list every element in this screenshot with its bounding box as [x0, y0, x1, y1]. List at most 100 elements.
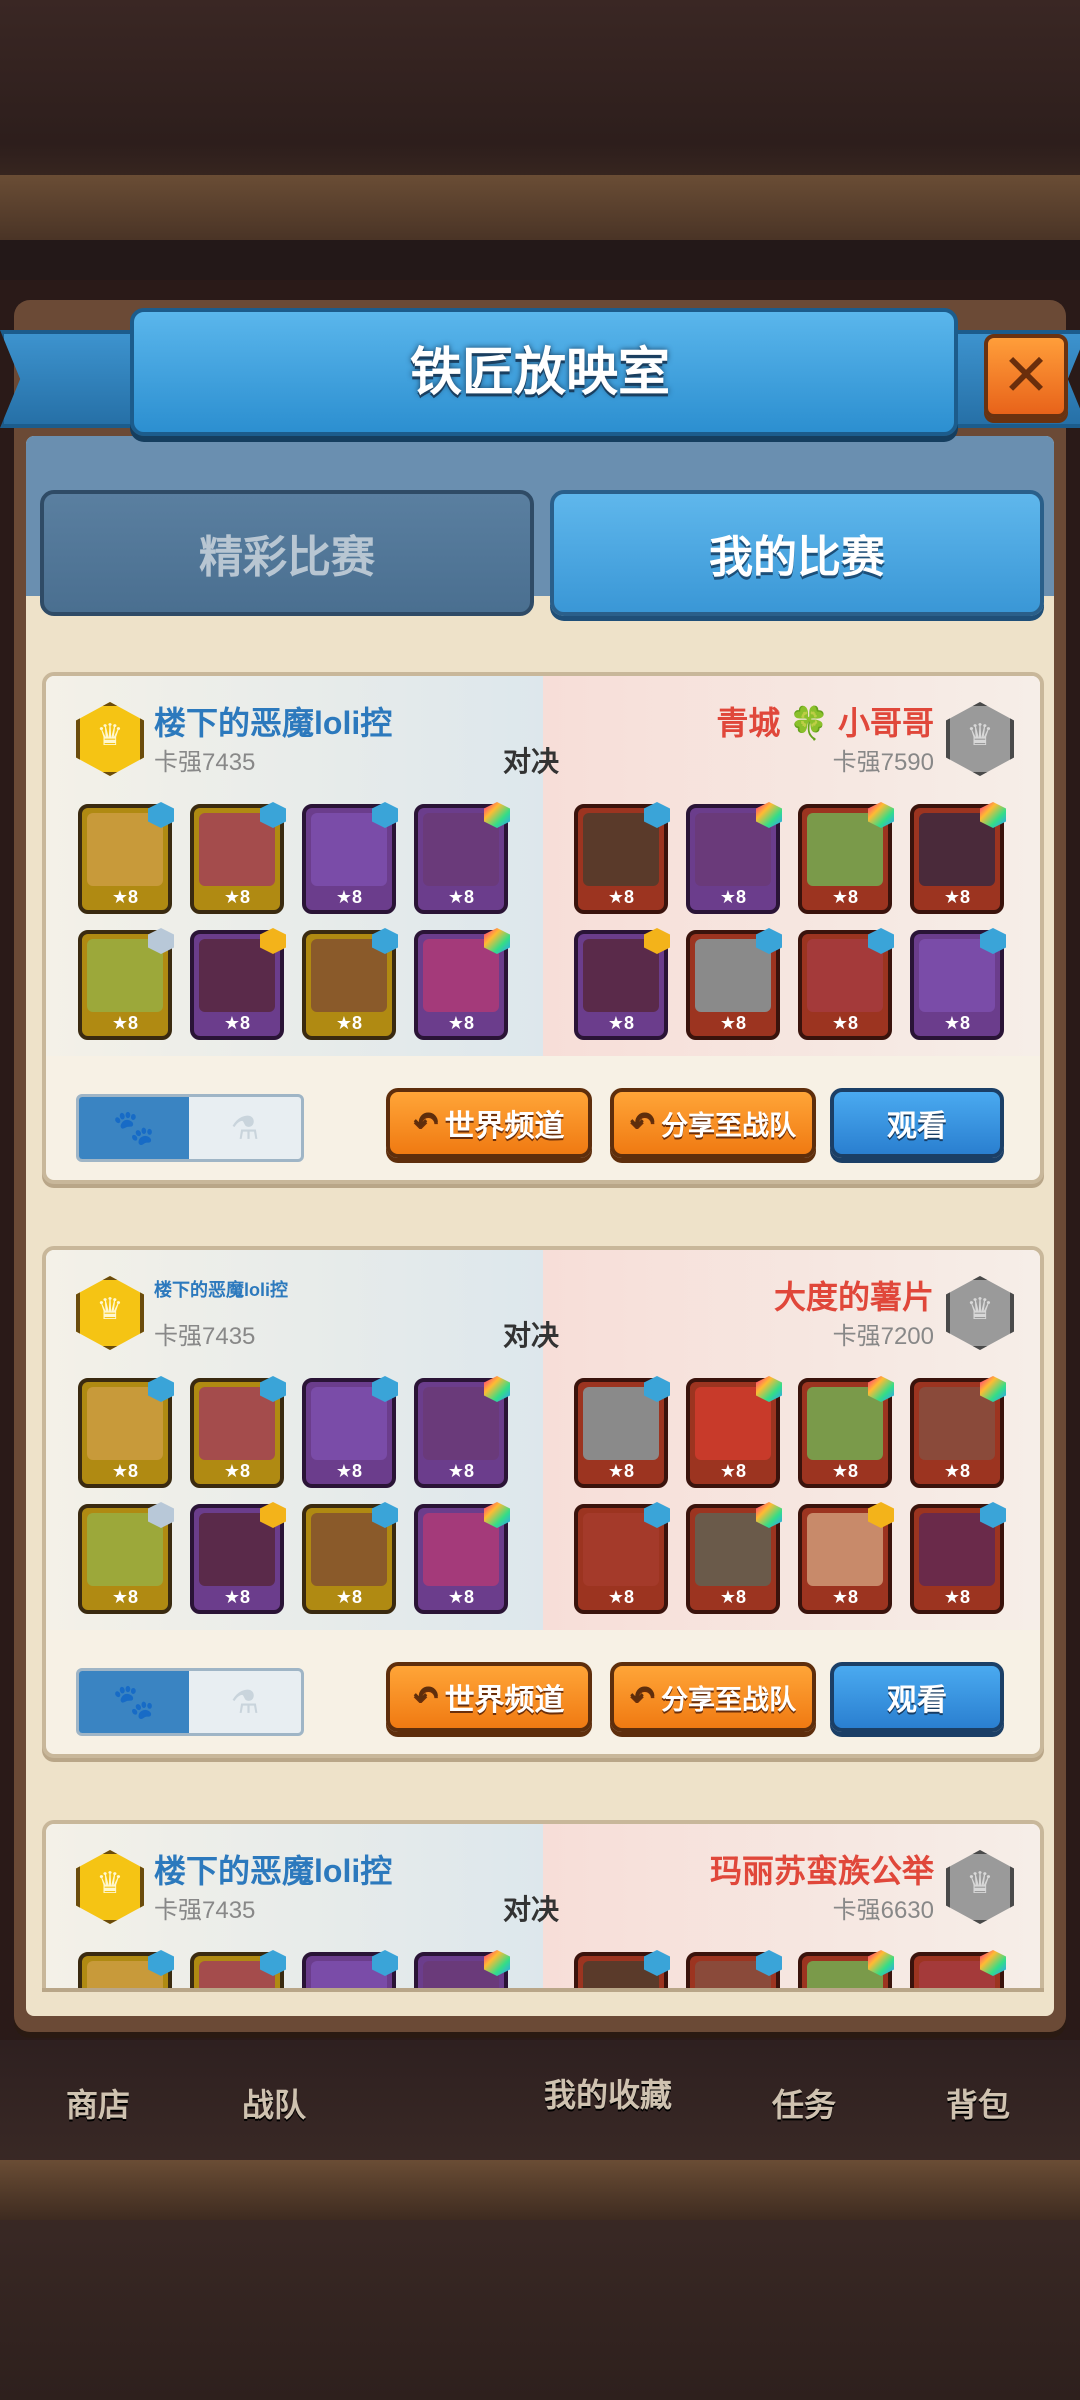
match-card: ♛ 楼下的恶魔loli控 卡强7435 对决 青城 🍀 小哥哥 卡强7590 ♛… — [42, 672, 1044, 1184]
hero-card[interactable]: ★8 — [574, 928, 670, 1040]
mode-toggle[interactable]: 🐾 ⚗ — [76, 1094, 304, 1162]
right-player-name: 大度的薯片 — [773, 1279, 934, 1315]
hero-card[interactable]: ★8 — [414, 802, 510, 914]
hero-card[interactable] — [686, 1950, 782, 1988]
hero-stars: ★8 — [719, 1461, 747, 1481]
hero-card[interactable]: ★8 — [798, 1376, 894, 1488]
hero-card[interactable]: ★8 — [798, 1502, 894, 1614]
hero-card[interactable]: ★8 — [78, 802, 174, 914]
hero-card[interactable] — [78, 1950, 174, 1988]
hero-card[interactable]: ★8 — [574, 1502, 670, 1614]
hero-stars: ★8 — [607, 1013, 635, 1033]
nav-team[interactable]: 战队 — [242, 2080, 306, 2126]
right-player-name: 青城 🍀 小哥哥 — [716, 705, 934, 741]
hero-card[interactable] — [302, 1950, 398, 1988]
button-label: 分享至战队 — [661, 1684, 797, 1715]
hero-stars: ★8 — [223, 1013, 251, 1033]
hero-stars: ★8 — [111, 1461, 139, 1481]
button-label: 观看 — [887, 1110, 947, 1143]
hero-card[interactable]: ★8 — [190, 1376, 286, 1488]
hero-stars: ★8 — [111, 1013, 139, 1033]
watch-button[interactable]: 观看 — [830, 1662, 1004, 1732]
hero-card[interactable]: ★8 — [414, 928, 510, 1040]
hero-stars: ★8 — [607, 887, 635, 907]
hero-card[interactable]: ★8 — [798, 802, 894, 914]
hero-card[interactable]: ★8 — [910, 1376, 1006, 1488]
mode-toggle[interactable]: 🐾 ⚗ — [76, 1668, 304, 1736]
hero-card[interactable]: ★8 — [302, 928, 398, 1040]
hero-card[interactable]: ★8 — [190, 928, 286, 1040]
hero-card[interactable]: ★8 — [190, 1502, 286, 1614]
hero-card[interactable] — [910, 1950, 1006, 1988]
match-card: ♛ 楼下的恶魔loli控 卡强7435 对决 玛丽苏蛮族公举 卡强6630 ♛ — [42, 1820, 1044, 1988]
right-player-power: 卡强7200 — [832, 1323, 934, 1350]
hero-stars: ★8 — [719, 1013, 747, 1033]
world-channel-button[interactable]: ↶ 世界频道 — [386, 1088, 592, 1158]
hero-stars: ★8 — [335, 1587, 363, 1607]
right-player-power: 卡强6630 — [832, 1897, 934, 1924]
share-arrow-icon: ↶ — [413, 1680, 439, 1714]
button-label: 观看 — [887, 1684, 947, 1717]
world-channel-button[interactable]: ↶ 世界频道 — [386, 1662, 592, 1732]
hero-card[interactable]: ★8 — [686, 802, 782, 914]
potion-icon: ⚗ — [230, 1684, 260, 1720]
bottom-wood-frame — [0, 2160, 1080, 2220]
nav-tasks[interactable]: 任务 — [772, 2080, 836, 2126]
button-label: 分享至战队 — [661, 1110, 797, 1141]
close-button[interactable]: ✕ — [984, 334, 1068, 418]
button-label: 世界频道 — [444, 1110, 565, 1143]
hero-card[interactable]: ★8 — [910, 802, 1006, 914]
hero-stars: ★8 — [831, 1461, 859, 1481]
hero-stars: ★8 — [831, 1013, 859, 1033]
hero-card[interactable]: ★8 — [302, 1502, 398, 1614]
hero-card[interactable]: ★8 — [78, 1376, 174, 1488]
hero-card[interactable]: ★8 — [414, 1376, 510, 1488]
hero-card[interactable]: ★8 — [910, 1502, 1006, 1614]
hero-card[interactable]: ★8 — [78, 928, 174, 1040]
tab-featured-matches[interactable]: 精彩比赛 — [40, 490, 534, 616]
hero-stars: ★8 — [447, 887, 475, 907]
tab-my-matches[interactable]: 我的比赛 — [550, 490, 1044, 616]
hero-card[interactable]: ★8 — [686, 1502, 782, 1614]
hero-card[interactable] — [798, 1950, 894, 1988]
hero-stars: ★8 — [607, 1461, 635, 1481]
tab-label: 我的比赛 — [709, 533, 885, 582]
potion-icon: ⚗ — [230, 1110, 260, 1146]
share-arrow-icon: ↶ — [413, 1106, 439, 1140]
hero-card[interactable]: ★8 — [190, 802, 286, 914]
nav-shop[interactable]: 商店 — [66, 2080, 130, 2126]
hero-stars: ★8 — [223, 887, 251, 907]
hero-stars: ★8 — [447, 1461, 475, 1481]
hero-card[interactable]: ★8 — [414, 1502, 510, 1614]
hero-card[interactable]: ★8 — [574, 802, 670, 914]
left-player-name: 楼下的恶魔loli控 — [154, 1280, 288, 1300]
hero-card[interactable]: ★8 — [302, 1376, 398, 1488]
hero-card[interactable]: ★8 — [574, 1376, 670, 1488]
share-arrow-icon: ↶ — [629, 1680, 656, 1714]
tab-label: 精彩比赛 — [199, 533, 375, 582]
hero-card[interactable]: ★8 — [302, 802, 398, 914]
hero-stars: ★8 — [719, 1587, 747, 1607]
hero-card[interactable]: ★8 — [910, 928, 1006, 1040]
hero-stars: ★8 — [111, 1587, 139, 1607]
nav-bag[interactable]: 背包 — [946, 2080, 1010, 2126]
hero-card[interactable]: ★8 — [686, 1376, 782, 1488]
hero-card[interactable]: ★8 — [686, 928, 782, 1040]
nav-collection[interactable]: 我的收藏 — [544, 2070, 672, 2116]
hero-stars: ★8 — [335, 1013, 363, 1033]
watch-button[interactable]: 观看 — [830, 1088, 1004, 1158]
match-card: ♛ 楼下的恶魔loli控 卡强7435 对决 大度的薯片 卡强7200 ♛ ★8… — [42, 1246, 1044, 1758]
hero-card[interactable] — [574, 1950, 670, 1988]
hero-card[interactable] — [190, 1950, 286, 1988]
share-to-team-button[interactable]: ↶ 分享至战队 — [610, 1088, 816, 1158]
left-player-name: 楼下的恶魔loli控 — [154, 705, 393, 741]
hero-card[interactable] — [414, 1950, 510, 1988]
right-player-name: 玛丽苏蛮族公举 — [709, 1853, 934, 1889]
hero-card[interactable]: ★8 — [798, 928, 894, 1040]
paw-icon: 🐾 — [79, 1097, 189, 1159]
hero-card[interactable]: ★8 — [78, 1502, 174, 1614]
paw-icon: 🐾 — [79, 1671, 189, 1733]
share-to-team-button[interactable]: ↶ 分享至战队 — [610, 1662, 816, 1732]
vs-label: 对决 — [503, 1320, 560, 1351]
vs-label: 对决 — [503, 746, 560, 777]
